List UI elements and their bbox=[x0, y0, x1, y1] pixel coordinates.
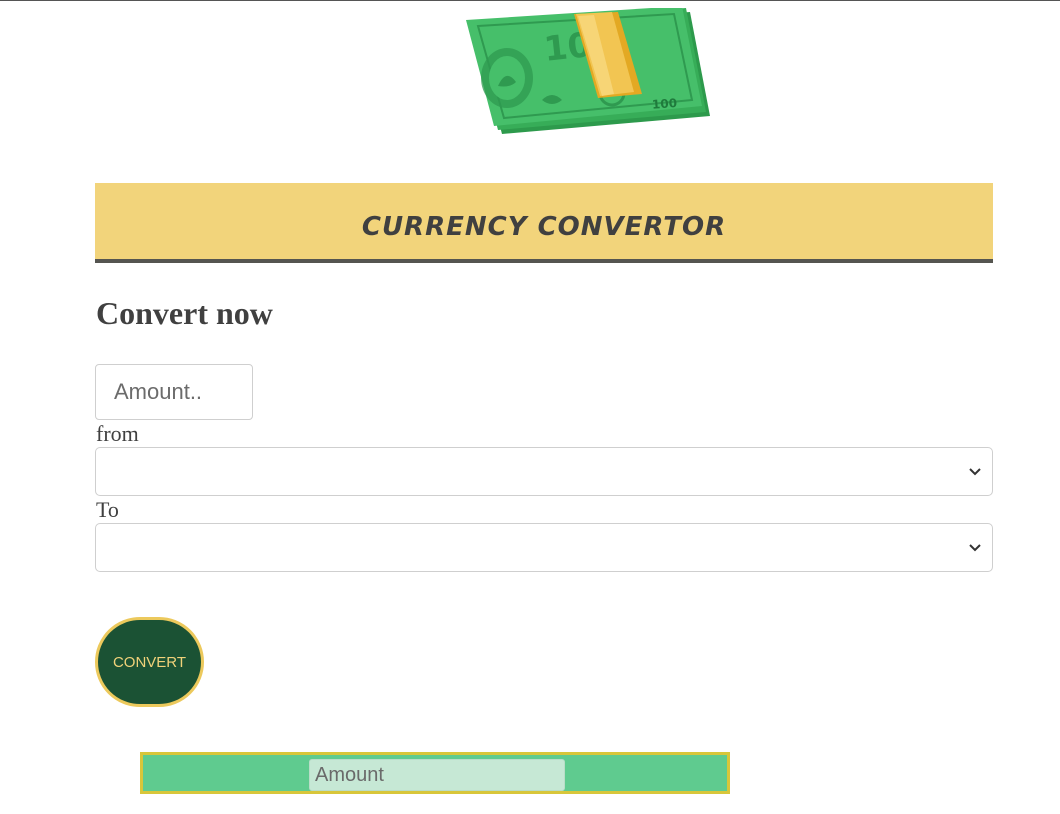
svg-text:100: 100 bbox=[652, 96, 678, 112]
to-label: To bbox=[96, 497, 119, 522]
result-bar bbox=[140, 752, 730, 794]
result-amount-field[interactable] bbox=[309, 759, 565, 791]
to-currency-select[interactable] bbox=[95, 523, 993, 572]
page-title: Convert now bbox=[96, 295, 273, 331]
from-label: from bbox=[96, 421, 139, 446]
app-header: CURRENCY CONVERTOR bbox=[95, 183, 993, 263]
amount-input[interactable] bbox=[95, 364, 253, 420]
app-title: CURRENCY CONVERTOR bbox=[361, 212, 727, 242]
top-divider bbox=[0, 0, 1060, 1]
from-currency-select[interactable] bbox=[95, 447, 993, 496]
chevron-down-icon bbox=[969, 544, 981, 552]
chevron-down-icon bbox=[969, 468, 981, 476]
money-stack-icon: 100 100 bbox=[462, 6, 717, 140]
convert-button[interactable]: CONVERT bbox=[95, 617, 204, 707]
